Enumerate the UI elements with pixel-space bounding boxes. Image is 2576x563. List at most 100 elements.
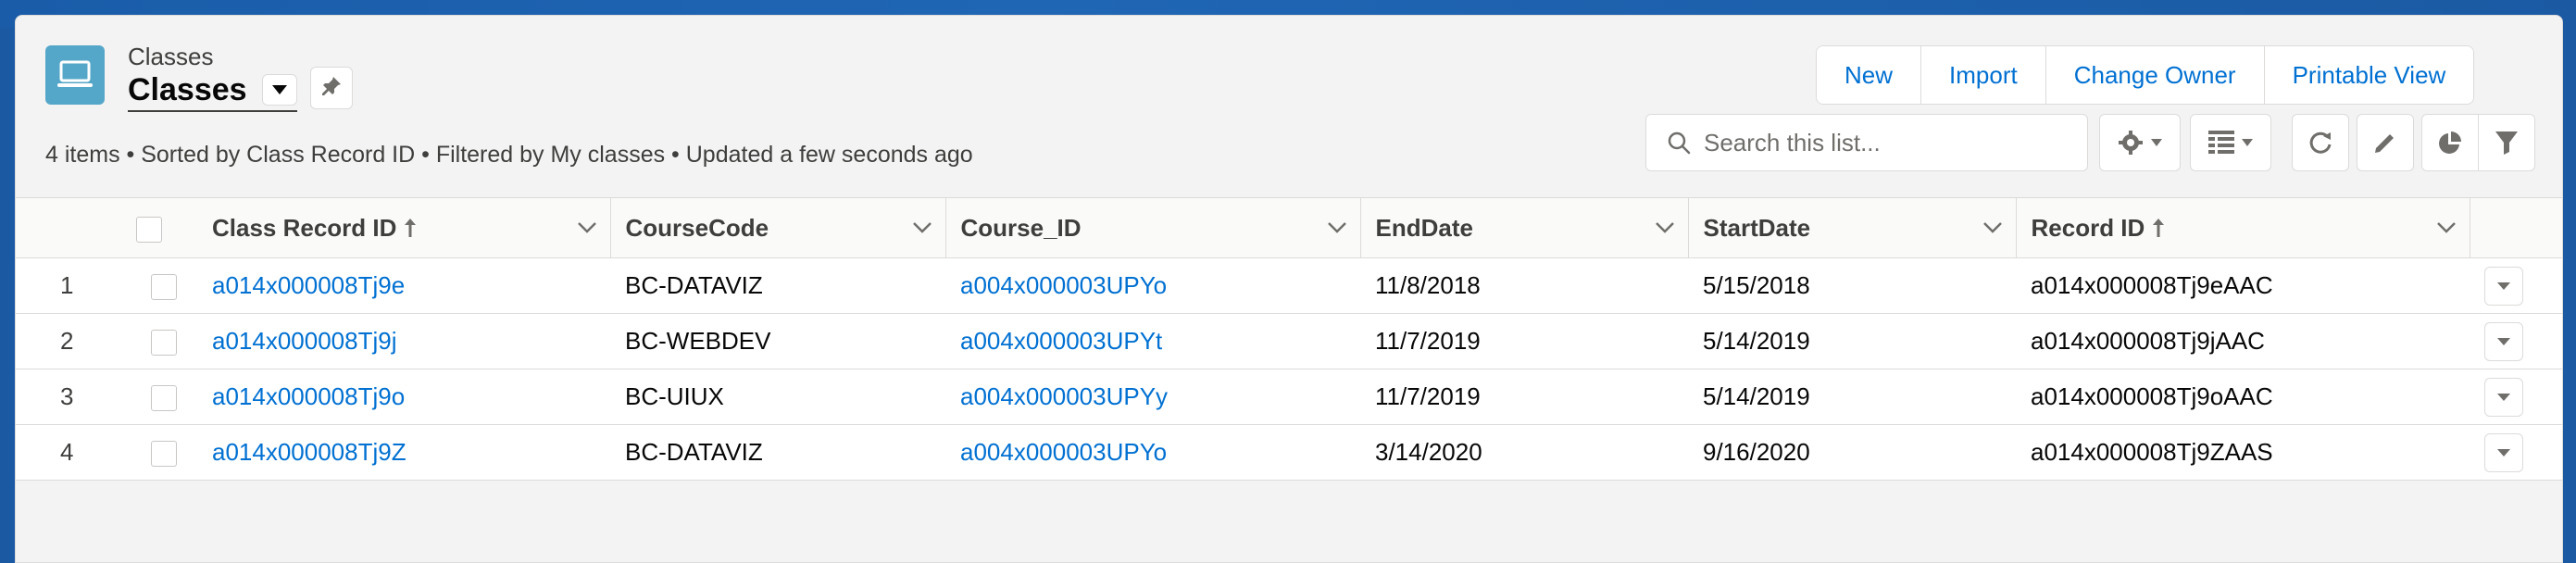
course-link[interactable]: a004x000003UPYt xyxy=(960,327,1162,355)
column-label: EndDate xyxy=(1375,213,1473,242)
list-settings-button[interactable] xyxy=(2099,114,2181,171)
course-link[interactable]: a004x000003UPYo xyxy=(960,271,1167,299)
row-checkbox[interactable] xyxy=(151,274,177,301)
pin-button[interactable] xyxy=(310,67,353,109)
column-label: CourseCode xyxy=(625,213,769,242)
cell-enddate: 3/14/2020 xyxy=(1360,424,1688,481)
new-button[interactable]: New xyxy=(1817,46,1921,104)
course-link[interactable]: a004x000003UPYy xyxy=(960,382,1168,410)
pencil-icon xyxy=(2372,130,2398,156)
row-checkbox[interactable] xyxy=(151,385,177,412)
row-select-cell xyxy=(136,313,197,369)
cell-record-id: a014x000008Tj9jAAC xyxy=(2016,313,2470,369)
cell-coursecode: BC-UIUX xyxy=(610,369,945,425)
row-number: 2 xyxy=(16,313,136,369)
column-header-coursecode[interactable]: CourseCode xyxy=(610,197,946,258)
caret-down-icon[interactable] xyxy=(261,74,297,106)
row-checkbox[interactable] xyxy=(151,441,177,468)
chevron-down-icon[interactable] xyxy=(1327,221,1347,234)
course-link[interactable]: a004x000003UPYo xyxy=(960,438,1167,466)
column-label: Course_ID xyxy=(960,213,1082,242)
caret-down-icon xyxy=(2496,448,2511,457)
caret-down-icon xyxy=(2496,282,2511,291)
row-actions-button[interactable] xyxy=(2484,321,2523,361)
row-actions-cell xyxy=(2470,424,2562,481)
import-button[interactable]: Import xyxy=(1920,46,2045,104)
gear-icon xyxy=(2118,130,2144,156)
table-header-row: Class Record ID CourseCode Course_ID End… xyxy=(16,197,2562,258)
search-input[interactable] xyxy=(1702,127,2076,158)
filter-button[interactable] xyxy=(2478,115,2534,170)
record-link[interactable]: a014x000008Tj9o xyxy=(212,382,405,410)
row-number: 4 xyxy=(16,424,136,481)
cell-enddate: 11/7/2019 xyxy=(1360,313,1688,369)
row-actions-button[interactable] xyxy=(2484,377,2523,417)
row-actions-button[interactable] xyxy=(2484,266,2523,306)
row-select-cell xyxy=(136,257,197,314)
row-actions-cell xyxy=(2470,313,2562,369)
cell-enddate: 11/7/2019 xyxy=(1360,369,1688,425)
sort-ascending-icon xyxy=(2152,218,2165,238)
record-link[interactable]: a014x000008Tj9e xyxy=(212,271,405,299)
chevron-down-icon xyxy=(2242,139,2253,146)
row-actions-header xyxy=(2470,197,2562,258)
display-as-button[interactable] xyxy=(2190,114,2271,171)
table-row: 4 a014x000008Tj9Z BC-DATAVIZ a004x000003… xyxy=(16,424,2562,481)
object-label: Classes xyxy=(128,43,214,70)
pin-icon xyxy=(320,75,343,102)
search-box[interactable] xyxy=(1645,114,2088,171)
column-label: StartDate xyxy=(1703,213,1811,242)
chevron-down-icon xyxy=(2151,139,2162,146)
record-link[interactable]: a014x000008Tj9j xyxy=(212,327,397,355)
column-header-enddate[interactable]: EndDate xyxy=(1360,197,1689,258)
column-header-course-id[interactable]: Course_ID xyxy=(945,197,1361,258)
change-owner-button[interactable]: Change Owner xyxy=(2045,46,2264,104)
printable-view-button[interactable]: Printable View xyxy=(2263,46,2474,104)
column-header-record-id[interactable]: Record ID xyxy=(2016,197,2470,258)
column-header-class-record-id[interactable]: Class Record ID xyxy=(197,197,611,258)
inline-edit-button[interactable] xyxy=(2357,114,2414,171)
row-number-header xyxy=(16,197,136,258)
row-actions-button[interactable] xyxy=(2484,432,2523,472)
chevron-down-icon[interactable] xyxy=(1655,221,1675,234)
row-actions-cell xyxy=(2470,257,2562,314)
select-all-header xyxy=(136,197,197,258)
cell-course-id: a004x000003UPYo xyxy=(945,424,1360,481)
chevron-down-icon[interactable] xyxy=(912,221,932,234)
filter-icon xyxy=(2495,130,2519,156)
chart-filter-group xyxy=(2421,114,2535,171)
list-view-header: Classes Classes 4 items • Sorted by Clas… xyxy=(16,16,2562,197)
cell-enddate: 11/8/2018 xyxy=(1360,257,1688,314)
row-select-cell xyxy=(136,424,197,481)
table-row: 1 a014x000008Tj9e BC-DATAVIZ a004x000003… xyxy=(16,257,2562,314)
cell-course-id: a004x000003UPYo xyxy=(945,257,1360,314)
chevron-down-icon[interactable] xyxy=(577,221,597,234)
cell-class-record-id: a014x000008Tj9o xyxy=(197,369,610,425)
caret-down-icon xyxy=(2496,393,2511,402)
row-checkbox[interactable] xyxy=(151,330,177,357)
cell-record-id: a014x000008Tj9oAAC xyxy=(2016,369,2470,425)
column-header-startdate[interactable]: StartDate xyxy=(1688,197,2017,258)
cell-class-record-id: a014x000008Tj9e xyxy=(197,257,610,314)
cell-course-id: a004x000003UPYt xyxy=(945,313,1360,369)
caret-down-icon xyxy=(2496,337,2511,346)
list-view-card: Classes Classes 4 items • Sorted by Clas… xyxy=(15,15,2563,563)
pie-chart-icon xyxy=(2437,130,2463,156)
cell-coursecode: BC-DATAVIZ xyxy=(610,257,945,314)
cell-record-id: a014x000008Tj9eAAC xyxy=(2016,257,2470,314)
cell-course-id: a004x000003UPYy xyxy=(945,369,1360,425)
record-link[interactable]: a014x000008Tj9Z xyxy=(212,438,406,466)
cell-class-record-id: a014x000008Tj9Z xyxy=(197,424,610,481)
cell-startdate: 9/16/2020 xyxy=(1688,424,2016,481)
row-select-cell xyxy=(136,369,197,425)
action-button-group: New Import Change Owner Printable View xyxy=(1816,45,2475,105)
list-view-selector[interactable]: Classes xyxy=(128,69,297,112)
chevron-down-icon[interactable] xyxy=(2436,221,2457,234)
chevron-down-icon[interactable] xyxy=(1982,221,2003,234)
refresh-button[interactable] xyxy=(2292,114,2349,171)
search-icon xyxy=(1667,131,1691,155)
chart-button[interactable] xyxy=(2422,115,2478,170)
row-number: 1 xyxy=(16,257,136,314)
select-all-checkbox[interactable] xyxy=(136,216,162,243)
sort-ascending-icon xyxy=(404,218,417,238)
